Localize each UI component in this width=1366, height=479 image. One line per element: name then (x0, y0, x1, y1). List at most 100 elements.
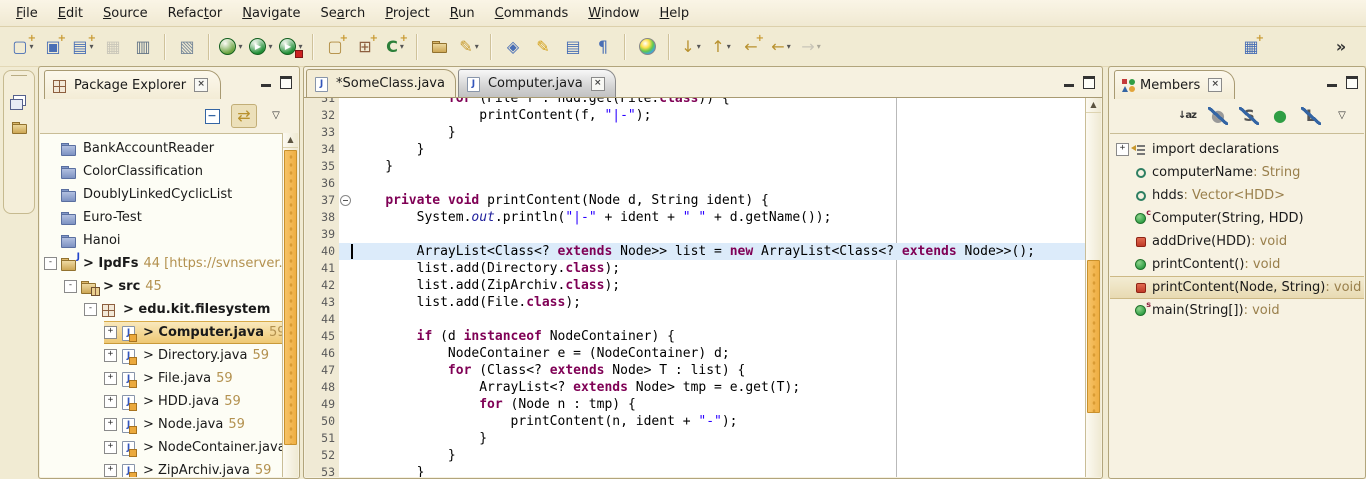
expand-icon[interactable]: + (104, 441, 117, 454)
debug-button[interactable]: ▾ (217, 34, 245, 60)
code-line-48[interactable]: 48 ArrayList<? extends Node> tmp = e.get… (305, 379, 1085, 396)
code-line-35[interactable]: 35 } (305, 158, 1085, 175)
menu-file[interactable]: File (6, 3, 48, 24)
member-main-string-[interactable]: smain(String[]) : void (1110, 299, 1364, 322)
minimize-button[interactable] (1064, 79, 1074, 87)
mark-occurrences-button[interactable]: ◈ (499, 34, 527, 60)
new-file-button[interactable]: ▣+ (39, 34, 67, 60)
dropdown-arrow-icon[interactable]: ▾ (787, 42, 791, 51)
code-line-46[interactable]: 46 NodeContainer e = (NodeContainer) d; (305, 345, 1085, 362)
members-tab[interactable]: Members × (1114, 70, 1235, 99)
tree-item-doublylinkedcycliclist[interactable]: DoublyLinkedCyclicList (44, 183, 282, 206)
editor-scrollbar[interactable]: ▲ (1085, 98, 1101, 477)
dropdown-arrow-icon[interactable]: ▾ (697, 42, 701, 51)
collapse-icon[interactable]: - (64, 280, 77, 293)
show-source-button[interactable]: ▤ (559, 34, 587, 60)
member-adddrive-hdd-[interactable]: addDrive(HDD) : void (1110, 230, 1364, 253)
code-line-40[interactable]: 40 ArrayList<Class<? extends Node>> list… (305, 243, 1085, 260)
menu-project[interactable]: Project (375, 3, 440, 24)
print-button[interactable]: ▥ (129, 34, 157, 60)
code-line-52[interactable]: 52 } (305, 447, 1085, 464)
new-package-button[interactable]: ⊞+ (351, 34, 379, 60)
next-annotation-button[interactable]: ↓▾ (677, 34, 705, 60)
link-with-editor-button[interactable]: ⇄ (231, 104, 257, 128)
code-line-39[interactable]: 39 (305, 226, 1085, 243)
open-perspective-button[interactable]: ▦+ (1237, 34, 1265, 60)
tree-item-euro-test[interactable]: Euro-Test (44, 206, 282, 229)
previous-annotation-button[interactable]: ↑▾ (707, 34, 735, 60)
menu-help[interactable]: Help (650, 3, 700, 24)
code-line-31[interactable]: 31 for (File f : hdd.get(File.class)) { (305, 98, 1085, 107)
restore-windows-button[interactable] (8, 89, 30, 111)
maximize-button[interactable] (280, 76, 292, 89)
menu-edit[interactable]: Edit (48, 3, 93, 24)
member-hdds[interactable]: hdds : Vector<HDD> (1110, 184, 1364, 207)
code-line-47[interactable]: 47 for (Class<? extends Node> T : list) … (305, 362, 1085, 379)
code-line-37[interactable]: 37 private void printContent(Node d, Str… (305, 192, 1085, 209)
code-line-43[interactable]: 43 list.add(File.class); (305, 294, 1085, 311)
build-all-button[interactable]: ▧ (173, 34, 201, 60)
collapse-all-button[interactable]: − (200, 105, 224, 127)
hide-static-button[interactable]: S (1237, 105, 1261, 127)
dropdown-arrow-icon[interactable]: ▾ (268, 42, 272, 51)
menu-source[interactable]: Source (93, 3, 158, 24)
menu-commands[interactable]: Commands (485, 3, 579, 24)
menu-search[interactable]: Search (311, 3, 376, 24)
toolbar-overflow-button[interactable]: » (1327, 34, 1355, 60)
expand-icon[interactable]: + (104, 395, 117, 408)
code-line-36[interactable]: 36 (305, 175, 1085, 192)
collapse-fold-icon[interactable] (340, 195, 351, 206)
code-editor[interactable]: 31 for (File f : hdd.get(File.class)) { 3… (305, 98, 1085, 477)
code-line-49[interactable]: 49 for (Node n : tmp) { (305, 396, 1085, 413)
tree-item-ipdfs[interactable]: -J> IpdFs44 [https://svnserver.i (44, 252, 282, 275)
code-line-42[interactable]: 42 list.add(ZipArchiv.class); (305, 277, 1085, 294)
open-type-button[interactable] (425, 34, 453, 60)
code-line-51[interactable]: 51 } (305, 430, 1085, 447)
minimize-button[interactable] (1327, 79, 1337, 87)
view-menu-button[interactable]: ▽ (1330, 105, 1354, 127)
collapse-icon[interactable]: - (44, 257, 57, 270)
expand-icon[interactable]: + (104, 372, 117, 385)
dropdown-arrow-icon[interactable]: ▾ (817, 42, 821, 51)
member-printcontent-[interactable]: printContent() : void (1110, 253, 1364, 276)
scroll-up-icon[interactable]: ▲ (1086, 98, 1101, 113)
highlighter-button[interactable]: ✎ (529, 34, 557, 60)
hide-fields-button[interactable]: ● (1206, 105, 1230, 127)
menu-refactor[interactable]: Refactor (158, 3, 233, 24)
sort-button[interactable]: ↓az (1175, 105, 1199, 127)
tree-item-edu-kit-filesystem[interactable]: -> edu.kit.filesystem (84, 298, 282, 321)
tree-item-file-java[interactable]: +> File.java59 (104, 367, 282, 390)
member-computername[interactable]: computerName : String (1110, 161, 1364, 184)
close-icon[interactable]: × (194, 78, 208, 92)
close-icon[interactable]: × (591, 77, 605, 91)
color-palette-button[interactable] (633, 34, 661, 60)
new-java-project-button[interactable]: ▢+ (321, 34, 349, 60)
code-line-45[interactable]: 45 if (d instanceof NodeContainer) { (305, 328, 1085, 345)
editor-tab-computer-java[interactable]: Computer.java× (458, 69, 616, 97)
maximize-button[interactable] (1083, 76, 1095, 89)
scrollbar-thumb[interactable] (1087, 260, 1100, 414)
code-line-44[interactable]: 44 (305, 311, 1085, 328)
minimize-button[interactable] (261, 79, 271, 87)
new-editor-button[interactable]: ▤+▾ (69, 34, 97, 60)
expand-icon[interactable]: + (104, 326, 117, 339)
tree-item-nodecontainer-java[interactable]: +> NodeContainer.java (104, 436, 282, 459)
member-import-declarations[interactable]: +import declarations (1110, 138, 1364, 161)
expand-icon[interactable]: + (104, 464, 117, 477)
dropdown-arrow-icon[interactable]: ▾ (238, 42, 242, 51)
member-computer-string-hdd-[interactable]: cComputer(String, HDD) (1110, 207, 1364, 230)
back-button[interactable]: ←▾ (767, 34, 795, 60)
run-button[interactable]: ▶▾ (247, 34, 275, 60)
search-button[interactable]: ✎▾ (455, 34, 483, 60)
maximize-button[interactable] (1346, 76, 1358, 89)
dock-grip[interactable] (11, 75, 27, 79)
tree-item-node-java[interactable]: +> Node.java59 (104, 413, 282, 436)
scroll-up-icon[interactable]: ▲ (283, 133, 298, 148)
dropdown-arrow-icon[interactable]: ▾ (727, 42, 731, 51)
run-external-button[interactable]: ▶▾ (277, 34, 305, 60)
editor-tab--someclass-java[interactable]: *SomeClass.java (306, 69, 456, 97)
tree-item-colorclassification[interactable]: ColorClassification (44, 160, 282, 183)
close-icon[interactable]: × (1208, 78, 1222, 92)
code-line-41[interactable]: 41 list.add(Directory.class); (305, 260, 1085, 277)
code-line-53[interactable]: 53 } (305, 464, 1085, 477)
